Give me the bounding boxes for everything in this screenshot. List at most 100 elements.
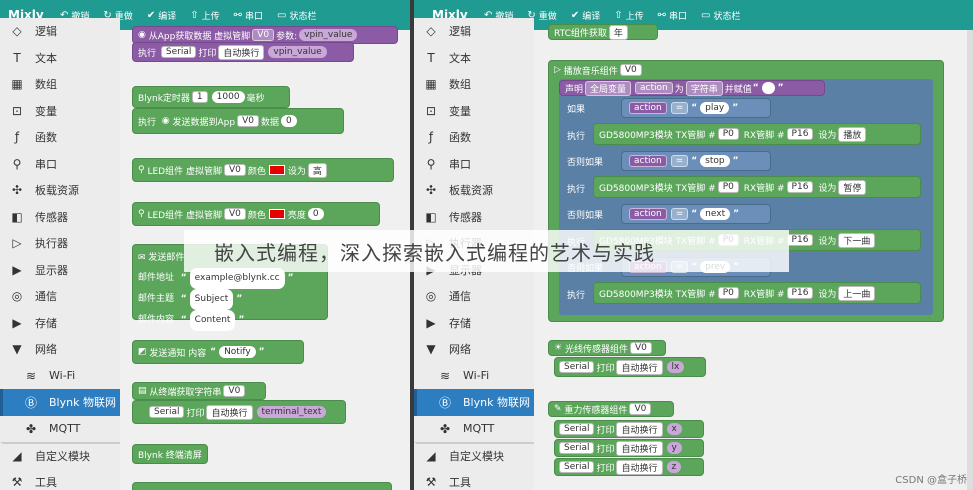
color-swatch[interactable]	[268, 165, 285, 175]
category-item[interactable]: ⊡ 变量	[414, 98, 534, 125]
category-item[interactable]: ◇ 逻辑	[0, 18, 120, 45]
rx-dropdown[interactable]: P16	[786, 234, 814, 246]
terminal-clear-block[interactable]: Blynk 终端清屏	[132, 444, 208, 464]
upload-button[interactable]: ⇧ 上传	[614, 9, 643, 22]
level-dropdown[interactable]: 高	[307, 162, 327, 178]
action-dropdown[interactable]: 暂停	[838, 179, 867, 195]
rx-dropdown[interactable]: P16	[786, 181, 814, 193]
workspace-scrollbar[interactable]	[967, 30, 973, 490]
action-dropdown[interactable]: 下一曲	[838, 232, 876, 248]
action-dropdown[interactable]: 上一曲	[838, 285, 876, 301]
subject-input[interactable]: Subject	[189, 289, 234, 310]
terminal-var[interactable]: terminal_text	[256, 406, 327, 418]
type-dropdown[interactable]: 字符串	[685, 80, 723, 96]
rtc-block[interactable]: RTC组件获取年	[548, 24, 658, 40]
pin-dropdown[interactable]: V0	[629, 403, 652, 415]
param-value[interactable]: vpin_value	[299, 29, 358, 41]
rx-dropdown[interactable]: P16	[786, 287, 814, 299]
mode-dropdown[interactable]: 自动换行	[616, 440, 663, 456]
led-brightness-block[interactable]: ⚲ LED组件 虚拟管脚 V0 颜色 亮度 0	[132, 202, 380, 226]
pin-dropdown[interactable]: V0	[252, 29, 275, 41]
category-item[interactable]: ✣ 板载资源	[414, 177, 534, 204]
pin-dropdown[interactable]: V0	[237, 115, 259, 127]
timer-ms-input[interactable]: 1000	[211, 91, 245, 103]
action-dropdown[interactable]: 播放	[838, 126, 867, 142]
mode-dropdown[interactable]: 自动换行	[206, 404, 253, 420]
category-item[interactable]: ✣ 板载资源	[0, 177, 120, 204]
scope-dropdown[interactable]: 全局变量	[585, 80, 632, 96]
serial-dropdown[interactable]: Serial	[160, 46, 197, 58]
axis-var[interactable]: z	[666, 461, 682, 473]
category-item[interactable]: T 文本	[0, 45, 120, 72]
category-item[interactable]: ◧ 传感器	[0, 204, 120, 231]
cond-value[interactable]: stop	[700, 155, 730, 167]
category-item[interactable]: ≋ Wi-Fi	[414, 363, 534, 390]
var-value[interactable]: vpin_value	[268, 46, 327, 58]
send-notify-block[interactable]: ◩ 发送通知 内容 “Notify”	[132, 340, 304, 364]
empty-string[interactable]	[761, 82, 775, 94]
mode-dropdown[interactable]: 自动换行	[616, 359, 663, 375]
eq-dropdown[interactable]: =	[670, 155, 689, 167]
category-item[interactable]: ✤ MQTT	[0, 416, 120, 443]
light-sensor-block[interactable]: ☀ 光线传感器组件 V0	[548, 340, 666, 356]
category-item[interactable]: ▼ 网络	[0, 336, 120, 363]
category-item[interactable]: ✤ MQTT	[414, 416, 534, 443]
exec-print-block[interactable]: 执行 Serial 打印 自动换行 vpin_value	[132, 42, 354, 62]
cond-value[interactable]: next	[700, 208, 731, 220]
mp3-block[interactable]: GD5800MP3模块 TX管脚 # P0 RX管脚 # P16 设为 播放	[593, 123, 921, 145]
gravity-sensor-block[interactable]: ✎ 重力传感器组件 V0	[548, 401, 674, 417]
pin-dropdown[interactable]: V0	[223, 164, 246, 176]
category-item[interactable]: ƒ 函数	[414, 124, 534, 151]
gravity-print-block[interactable]: Serial 打印 自动换行 z	[554, 458, 704, 476]
compile-button[interactable]: ✔ 编译	[147, 9, 176, 22]
color-swatch[interactable]	[268, 209, 285, 219]
tx-dropdown[interactable]: P0	[717, 128, 739, 140]
light-var[interactable]: lx	[666, 361, 685, 373]
pin-dropdown[interactable]: V0	[619, 64, 642, 76]
category-item[interactable]: ◎ 通信	[0, 283, 120, 310]
mode-dropdown[interactable]: 自动换行	[616, 459, 663, 475]
category-item[interactable]: ▶ 存储	[0, 310, 120, 337]
category-item[interactable]: ◢ 自定义模块	[0, 442, 120, 469]
category-item[interactable]: ⚲ 串口	[414, 151, 534, 178]
notify-input[interactable]: Notify	[219, 346, 256, 358]
compare-block[interactable]: action = “play”	[621, 98, 771, 118]
category-item[interactable]: ▼ 网络	[414, 336, 534, 363]
category-item[interactable]: Ⓑ Blynk 物联网	[0, 389, 120, 416]
cond-value[interactable]: play	[700, 102, 730, 114]
category-item[interactable]: ◇ 逻辑	[414, 18, 534, 45]
axis-var[interactable]: x	[666, 423, 682, 435]
terminal-print-block[interactable]: Serial 打印 自动换行 terminal_text	[132, 400, 346, 424]
eq-dropdown[interactable]: =	[670, 102, 689, 114]
category-item[interactable]: ▷ 执行器	[0, 230, 120, 257]
serial-dropdown[interactable]: Serial	[559, 361, 595, 373]
gravity-print-block[interactable]: Serial 打印 自动换行 x	[554, 420, 704, 438]
compare-block[interactable]: action = “next”	[621, 204, 771, 224]
blynk-timer-block[interactable]: Blynk定时器 1 1000 毫秒	[132, 86, 290, 108]
category-item[interactable]: ◧ 传感器	[414, 204, 534, 231]
mp3-block[interactable]: GD5800MP3模块 TX管脚 # P0 RX管脚 # P16 设为 暂停	[593, 176, 921, 198]
var-dropdown[interactable]: action	[635, 82, 673, 94]
send-to-app-block[interactable]: 执行 ◉ 发送数据到App V0 数据 0	[132, 108, 344, 134]
rtc-dropdown[interactable]: 年	[608, 24, 628, 40]
category-item[interactable]: ▦ 数组	[414, 71, 534, 98]
compile-button[interactable]: ✔ 编译	[571, 9, 600, 22]
category-item[interactable]: Ⓑ Blynk 物联网	[414, 389, 534, 416]
category-item[interactable]: ▶ 存储	[414, 310, 534, 337]
mode-dropdown[interactable]: 自动换行	[218, 44, 265, 60]
category-item[interactable]: ⚒ 工具	[414, 469, 534, 490]
category-item[interactable]: T 文本	[414, 45, 534, 72]
serial-dropdown[interactable]: Serial	[559, 442, 595, 454]
statusbar-button[interactable]: ▭ 状态栏	[701, 9, 740, 22]
serial-dropdown[interactable]: Serial	[559, 461, 595, 473]
var-dropdown[interactable]: action	[629, 208, 667, 220]
mode-dropdown[interactable]: 自动换行	[616, 421, 663, 437]
var-dropdown[interactable]: action	[629, 155, 667, 167]
category-item[interactable]: ⊡ 变量	[0, 98, 120, 125]
partial-block[interactable]	[132, 482, 392, 490]
serial-button[interactable]: ⚯ 串口	[234, 9, 263, 22]
compare-block[interactable]: action = “stop”	[621, 151, 771, 171]
tx-dropdown[interactable]: P0	[717, 287, 739, 299]
category-item[interactable]: ƒ 函数	[0, 124, 120, 151]
brightness-input[interactable]: 0	[307, 208, 324, 220]
